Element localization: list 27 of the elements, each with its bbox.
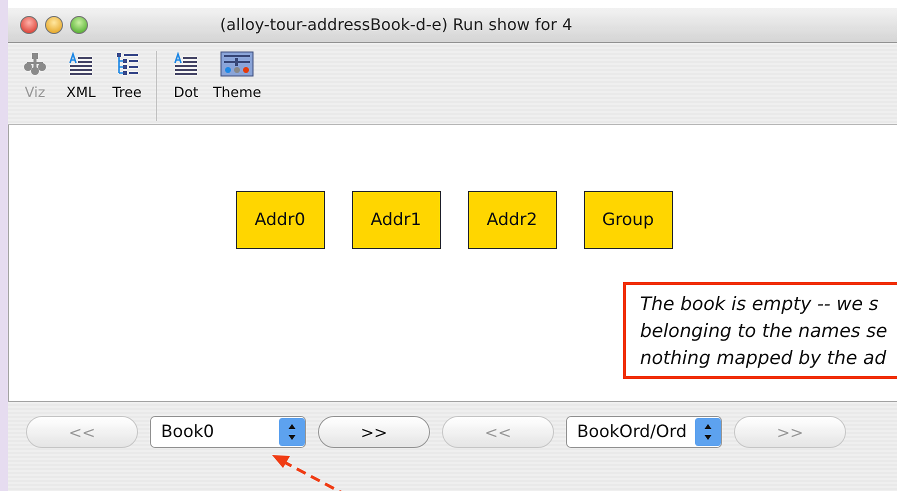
- window-title: (alloy-tour-addressBook-d-e) Run show for 4: [220, 15, 572, 34]
- zoom-button[interactable]: [70, 16, 88, 34]
- dropdown-value: BookOrd/Ord: [577, 422, 687, 442]
- hierarchy-icon: [22, 51, 48, 77]
- up-down-arrows-icon: [695, 418, 721, 446]
- toolbar-button[interactable]: XML: [58, 51, 104, 101]
- close-button[interactable]: [20, 16, 38, 34]
- toolbar-button[interactable]: Tree: [104, 51, 150, 101]
- annotation-text: The book is empty -- we s: [640, 293, 880, 317]
- graph-node: Group: [584, 191, 672, 249]
- graph-node: Addr0: [236, 191, 324, 249]
- palette-panel-icon: [220, 51, 254, 77]
- dropdown[interactable]: BookOrd/Ord: [566, 416, 722, 448]
- tree-list-icon: [114, 51, 140, 77]
- dropdown-value: Book0: [161, 422, 216, 442]
- text-lines-icon: [173, 51, 199, 77]
- graph-node: Addr1: [352, 191, 440, 249]
- up-down-arrows-icon: [279, 418, 305, 446]
- nav-button[interactable]: >>: [318, 416, 430, 448]
- text-lines-icon: [68, 51, 94, 77]
- minimize-button[interactable]: [45, 16, 63, 34]
- toolbar-button[interactable]: Theme: [209, 51, 266, 101]
- toolbar-button[interactable]: Dot: [163, 51, 209, 101]
- annotation-text: nothing mapped by the ad: [640, 347, 888, 371]
- dropdown[interactable]: Book0: [150, 416, 306, 448]
- graph-node: Addr2: [468, 191, 556, 249]
- annotation-text: belonging to the names se: [640, 320, 888, 344]
